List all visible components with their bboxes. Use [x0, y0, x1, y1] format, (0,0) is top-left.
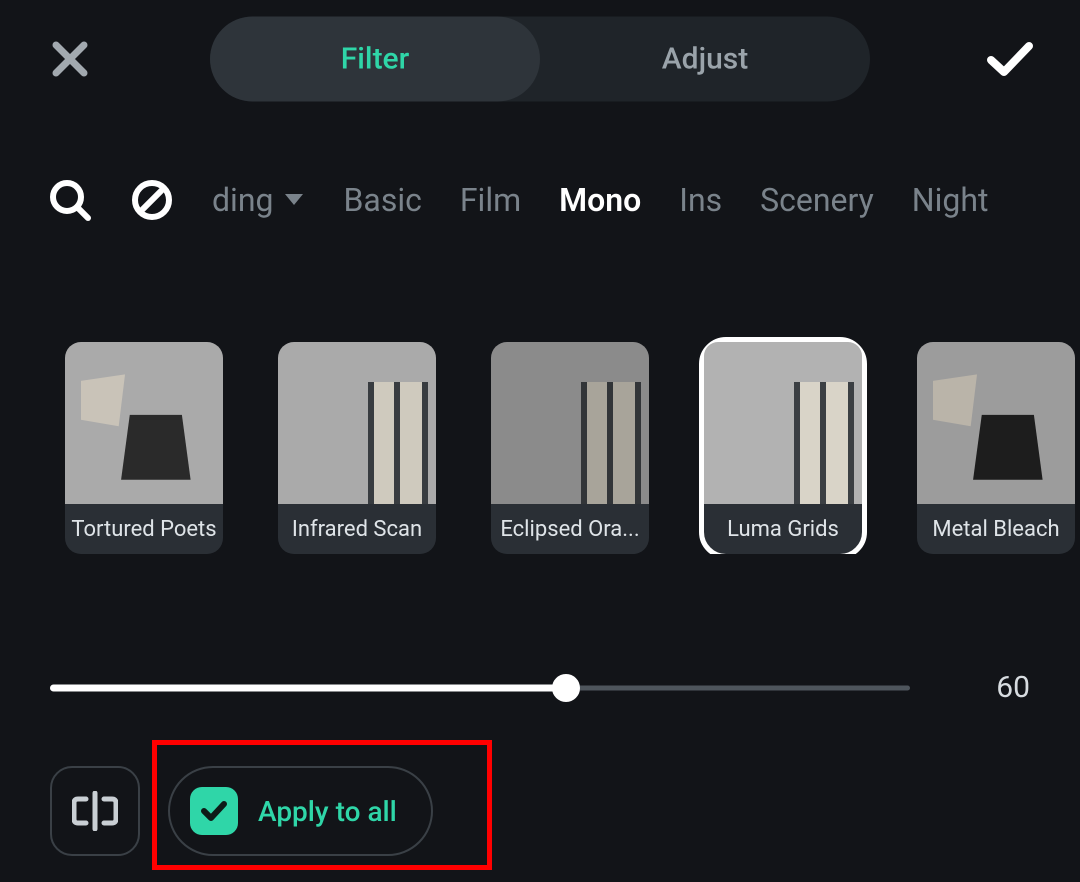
split-compare-icon — [72, 791, 118, 831]
category-row: ding Basic Film Mono Ins Scenery Night — [0, 118, 1080, 222]
tab-adjust-label: Adjust — [662, 42, 748, 77]
category-tab-basic[interactable]: Basic — [343, 181, 421, 219]
intensity-slider[interactable] — [50, 673, 910, 703]
close-button[interactable] — [40, 29, 100, 89]
filter-label: Tortured Poets — [65, 504, 223, 554]
close-icon — [48, 37, 92, 81]
tab-filter[interactable]: Filter — [210, 17, 540, 102]
intensity-slider-row: 60 — [50, 670, 1030, 705]
ban-icon — [130, 178, 174, 222]
filter-thumb[interactable]: Infrared Scan — [278, 342, 436, 554]
filter-thumb[interactable]: Metal Bleach — [917, 342, 1075, 554]
no-filter-button[interactable] — [130, 178, 174, 222]
search-button[interactable] — [48, 178, 92, 222]
category-trending[interactable]: ding — [212, 181, 305, 219]
filter-preview — [65, 342, 223, 504]
category-tab-ins[interactable]: Ins — [679, 181, 722, 219]
chevron-down-icon — [283, 192, 305, 208]
tab-segment: Filter Adjust — [210, 17, 870, 102]
slider-fill — [50, 684, 566, 691]
filter-label: Luma Grids — [704, 504, 862, 554]
filter-thumbnails: Tortured Poets Infrared Scan Eclipsed Or… — [0, 222, 1080, 554]
filter-preview — [917, 342, 1075, 504]
search-icon — [48, 178, 92, 222]
category-tab-night[interactable]: Night — [912, 181, 989, 219]
filter-thumb-selected[interactable]: Luma Grids — [704, 342, 862, 554]
check-icon — [983, 32, 1037, 86]
filter-preview — [491, 342, 649, 504]
top-bar: Filter Adjust — [0, 0, 1080, 118]
filter-preview — [704, 342, 862, 504]
apply-all-checkbox[interactable] — [190, 787, 238, 835]
tab-filter-label: Filter — [341, 42, 409, 77]
filter-label: Eclipsed Ora... — [491, 504, 649, 554]
category-tab-scenery[interactable]: Scenery — [760, 181, 874, 219]
confirm-button[interactable] — [980, 29, 1040, 89]
category-trending-label: ding — [212, 181, 273, 219]
filter-thumb[interactable]: Tortured Poets — [65, 342, 223, 554]
compare-button[interactable] — [50, 766, 140, 856]
filter-label: Infrared Scan — [278, 504, 436, 554]
category-tab-film[interactable]: Film — [460, 181, 521, 219]
filter-preview — [278, 342, 436, 504]
apply-all-label: Apply to all — [258, 795, 397, 828]
tab-adjust[interactable]: Adjust — [540, 17, 870, 102]
intensity-value: 60 — [970, 670, 1030, 705]
apply-to-all-button[interactable]: Apply to all — [168, 766, 433, 856]
bottom-toolbar: Apply to all — [50, 766, 433, 856]
slider-knob[interactable] — [552, 674, 580, 702]
filter-thumb[interactable]: Eclipsed Ora... — [491, 342, 649, 554]
filter-label: Metal Bleach — [917, 504, 1075, 554]
category-tab-mono[interactable]: Mono — [559, 181, 641, 219]
check-icon — [199, 796, 229, 826]
